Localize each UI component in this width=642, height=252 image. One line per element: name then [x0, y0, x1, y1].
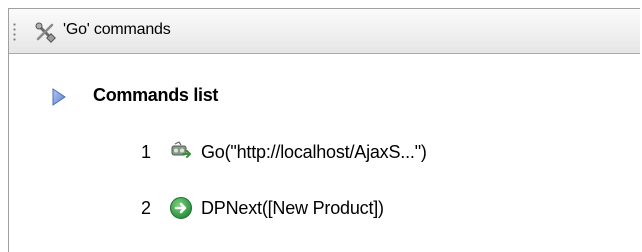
go-url-icon [171, 141, 191, 158]
panel-title: 'Go' commands [63, 21, 171, 38]
command-row[interactable]: 2 DPNext([New Product]) [9, 196, 641, 224]
tools-icon [35, 22, 56, 43]
triangle-right-icon[interactable] [52, 88, 66, 106]
command-text: DPNext([New Product]) [201, 198, 384, 218]
command-number: 2 [140, 198, 151, 218]
drag-grip-icon[interactable] [13, 22, 16, 42]
next-arrow-icon [170, 197, 192, 219]
panel-content: Commands list 1 Go("http://localhost/Aja… [9, 54, 640, 252]
go-commands-panel: 'Go' commands Commands list 1 Go("http:/… [8, 8, 640, 252]
panel-header: 'Go' commands [9, 9, 640, 54]
command-row[interactable]: 1 Go("http://localhost/AjaxS...") [9, 140, 641, 168]
commands-list-title: Commands list [93, 85, 219, 105]
command-number: 1 [140, 142, 151, 162]
command-text: Go("http://localhost/AjaxS...") [201, 142, 427, 162]
